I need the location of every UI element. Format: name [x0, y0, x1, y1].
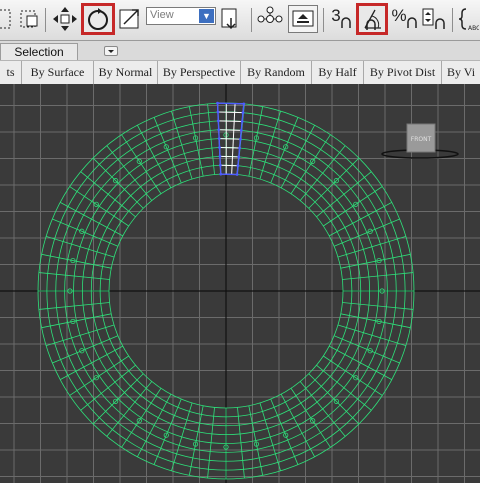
scale-icon[interactable] [118, 4, 144, 34]
reference-coordinate-value: View [150, 9, 174, 21]
percent-snap-icon[interactable]: % [390, 4, 418, 34]
viewcube-front-label: FRONT [411, 136, 432, 143]
by-half-button[interactable]: By Half [312, 61, 364, 84]
named-selection-icon[interactable]: ABC [456, 4, 480, 34]
percent-snap-label: % [391, 6, 407, 25]
svg-text:ABC: ABC [468, 25, 479, 32]
snap-3d-icon[interactable]: 3 [327, 4, 355, 34]
ribbon-expand-button[interactable] [104, 46, 118, 56]
by-perspective-button[interactable]: By Perspective [158, 61, 241, 84]
spinner-snap-icon[interactable] [420, 4, 448, 34]
pivot-icon[interactable] [218, 4, 246, 34]
reference-coordinate-dropdown[interactable]: View ▼ [146, 7, 216, 25]
viewcube[interactable]: FRONT [381, 123, 459, 159]
ribbon-tab-strip: Selection [0, 41, 480, 60]
rotate-icon[interactable] [81, 3, 115, 35]
by-normal-button[interactable]: By Normal [94, 61, 158, 84]
viewport-canvas[interactable]: FRONT [0, 84, 480, 483]
selection-tools-bar: ts By Surface By Normal By Perspective B… [0, 60, 480, 85]
move-icon[interactable] [51, 4, 79, 34]
by-surface-button[interactable]: By Surface [22, 61, 94, 84]
snap-3d-label: 3 [331, 6, 341, 25]
angle-snap-icon[interactable] [356, 3, 388, 35]
window-crossing-icon[interactable] [16, 4, 42, 34]
by-random-button[interactable]: By Random [241, 61, 312, 84]
selection-option-button[interactable]: ts [0, 61, 22, 84]
main-toolbar: View ▼ 3 % ABC [0, 0, 480, 41]
tab-selection[interactable]: Selection [0, 43, 78, 60]
select-region-icon[interactable] [0, 4, 14, 34]
keyboard-shortcut-icon[interactable] [288, 5, 318, 33]
chevron-down-icon: ▼ [199, 9, 214, 23]
viewport-top[interactable]: FRONT [0, 84, 480, 483]
by-view-button[interactable]: By Vi [442, 61, 480, 84]
selected-polygons[interactable] [216, 101, 246, 176]
manipulate-icon[interactable] [256, 4, 284, 34]
by-pivot-dist-button[interactable]: By Pivot Dist [364, 61, 442, 84]
